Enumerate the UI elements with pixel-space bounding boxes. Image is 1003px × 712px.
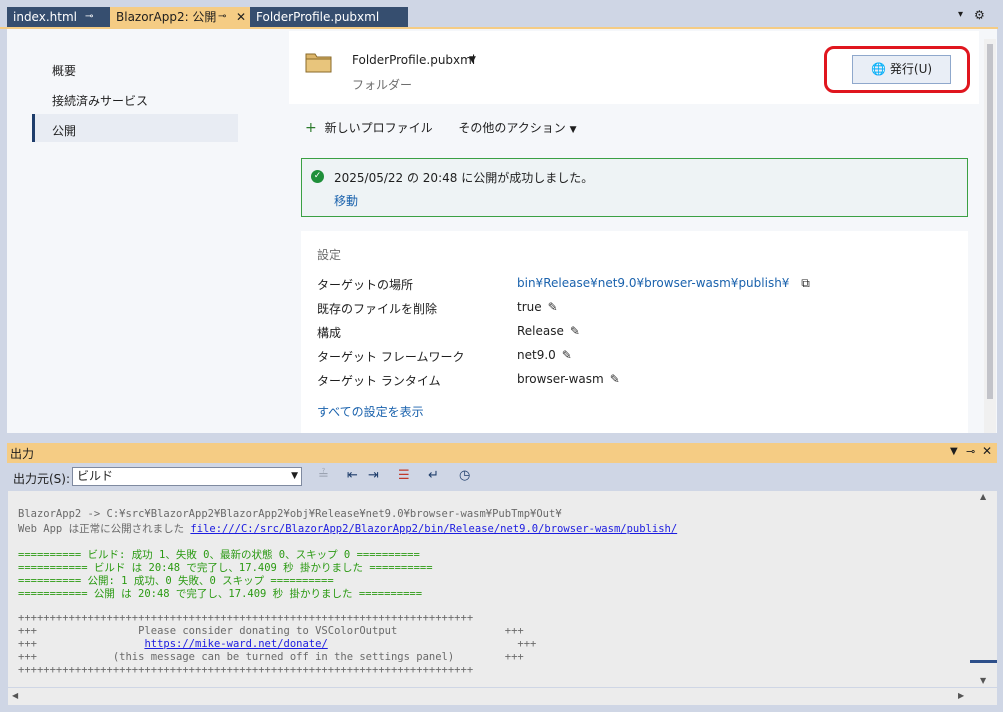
- gear-icon[interactable]: ⚙: [974, 8, 985, 22]
- tab-list-dropdown-icon[interactable]: ▾: [958, 9, 963, 20]
- pin-icon[interactable]: ⊸: [966, 445, 975, 458]
- setting-value-target-runtime: browser-wasm ✎: [517, 372, 620, 386]
- setting-label: 既存のファイルを削除: [317, 302, 438, 316]
- output-vertical-scrollbar[interactable]: [970, 491, 997, 687]
- plus-icon: +: [305, 120, 317, 136]
- success-message: 2025/05/22 の 20:48 に公開が成功しました。: [334, 171, 594, 185]
- success-banner: [301, 158, 968, 217]
- navigate-link[interactable]: 移動: [334, 192, 358, 209]
- other-actions-menu[interactable]: その他のアクション: [458, 121, 565, 135]
- pin-icon[interactable]: ⊸: [218, 7, 226, 27]
- nav-selection-indicator: [32, 114, 35, 142]
- close-icon[interactable]: ✕: [236, 7, 246, 27]
- pencil-icon[interactable]: ✎: [548, 300, 558, 314]
- pencil-icon[interactable]: ✎: [562, 348, 572, 362]
- donate-link[interactable]: https://mike-ward.net/donate/: [144, 638, 327, 650]
- target-location-link[interactable]: bin¥Release¥net9.0¥browser-wasm¥publish¥: [517, 276, 789, 290]
- setting-label: ターゲット フレームワーク: [317, 350, 465, 364]
- scroll-down-icon[interactable]: ▼: [980, 676, 986, 685]
- output-pane-title: 出力: [10, 447, 35, 461]
- nav-item-overview[interactable]: 概要: [52, 62, 76, 79]
- find-message-icon[interactable]: ≟: [318, 468, 329, 483]
- output-line: ++++++++++++++++++++++++++++++++++++++++…: [18, 612, 474, 624]
- nav-item-connected-services[interactable]: 接続済みサービス: [52, 92, 148, 109]
- output-line: Web App は正常に公開されました file:///C:/src/Blazo…: [18, 521, 677, 536]
- pencil-icon[interactable]: ✎: [570, 324, 580, 338]
- output-line: +++ https://mike-ward.net/donate/ +++: [18, 638, 537, 650]
- profile-actions: + 新しいプロファイル その他のアクション ▼: [305, 119, 577, 136]
- chevron-down-icon: ▼: [291, 471, 298, 481]
- tab-folderprofile[interactable]: FolderProfile.pubxml: [250, 7, 408, 27]
- setting-value-target-location: bin¥Release¥net9.0¥browser-wasm¥publish¥…: [517, 276, 810, 291]
- tab-index-html[interactable]: index.html ⊸: [7, 7, 110, 27]
- output-source-value: ビルド: [77, 469, 114, 483]
- tab-label: FolderProfile.pubxml: [256, 10, 380, 24]
- chevron-down-icon[interactable]: ▼: [950, 446, 958, 457]
- previous-message-icon[interactable]: ⇤: [347, 468, 358, 483]
- publish-button-highlight: [824, 46, 970, 93]
- copy-icon[interactable]: ⧉: [801, 276, 810, 290]
- clock-icon[interactable]: ◷: [459, 468, 470, 483]
- show-all-settings-link[interactable]: すべての設定を表示: [317, 403, 424, 420]
- output-source-label: 出力元(S):: [13, 472, 71, 486]
- output-source-select[interactable]: ビルド ▼: [72, 467, 302, 486]
- chevron-down-icon[interactable]: ▼: [469, 55, 476, 65]
- setting-value: Release: [517, 324, 564, 338]
- clear-all-icon[interactable]: ☰: [398, 468, 410, 483]
- pencil-icon[interactable]: ✎: [610, 372, 620, 386]
- profile-name[interactable]: FolderProfile.pubxml: [352, 53, 475, 67]
- setting-label: ターゲットの場所: [317, 278, 414, 292]
- check-circle-icon: ✓: [311, 170, 324, 183]
- nav-item-publish[interactable]: 公開: [52, 122, 76, 139]
- setting-value: net9.0: [517, 348, 556, 362]
- next-message-icon[interactable]: ⇥: [368, 468, 379, 483]
- scroll-left-icon[interactable]: ◀: [12, 691, 18, 700]
- output-text: Web App は正常に公開されました: [18, 523, 191, 535]
- new-profile-link[interactable]: 新しいプロファイル: [325, 121, 433, 135]
- scrollbar-thumb[interactable]: [987, 44, 993, 399]
- close-icon[interactable]: ✕: [982, 444, 992, 458]
- output-line: BlazorApp2 -> C:¥src¥BlazorApp2¥BlazorAp…: [18, 508, 562, 520]
- setting-value: true: [517, 300, 542, 314]
- setting-value-configuration: Release ✎: [517, 324, 580, 338]
- setting-value: browser-wasm: [517, 372, 604, 386]
- scroll-position-marker: [970, 660, 997, 663]
- output-line: ++++++++++++++++++++++++++++++++++++++++…: [18, 664, 474, 676]
- setting-value-delete-existing: true ✎: [517, 300, 558, 314]
- output-line-truncated: [18, 488, 31, 500]
- left-navigation: [7, 29, 277, 433]
- output-horizontal-scrollbar[interactable]: [8, 688, 997, 705]
- tab-label: index.html: [13, 10, 77, 24]
- output-pane-header: [7, 443, 997, 463]
- word-wrap-icon[interactable]: ↵: [428, 468, 439, 483]
- tab-publish[interactable]: BlazorApp2: 公開 ⊸ ✕: [110, 7, 250, 27]
- chevron-down-icon[interactable]: ▼: [570, 125, 577, 135]
- output-line: +++ Please consider donating to VSColorO…: [18, 625, 524, 637]
- output-line: +++ (this message can be turned off in t…: [18, 651, 524, 663]
- profile-type: フォルダー: [352, 78, 413, 92]
- tab-label: BlazorApp2: 公開: [116, 10, 217, 24]
- scroll-up-icon[interactable]: ▲: [980, 492, 986, 501]
- output-line: =========== 公開 は 20:48 で完了し、17.409 秒 掛かり…: [18, 588, 423, 600]
- setting-value-target-framework: net9.0 ✎: [517, 348, 572, 362]
- pin-icon[interactable]: ⊸: [85, 7, 93, 27]
- bottom-tab-strip: [0, 705, 1003, 712]
- folder-icon: [305, 53, 332, 73]
- setting-label: 構成: [317, 326, 342, 340]
- settings-title: 設定: [317, 248, 342, 262]
- output-publish-link[interactable]: file:///C:/src/BlazorApp2/BlazorApp2/bin…: [190, 523, 677, 535]
- scroll-right-icon[interactable]: ▶: [958, 691, 964, 700]
- setting-label: ターゲット ランタイム: [317, 374, 441, 388]
